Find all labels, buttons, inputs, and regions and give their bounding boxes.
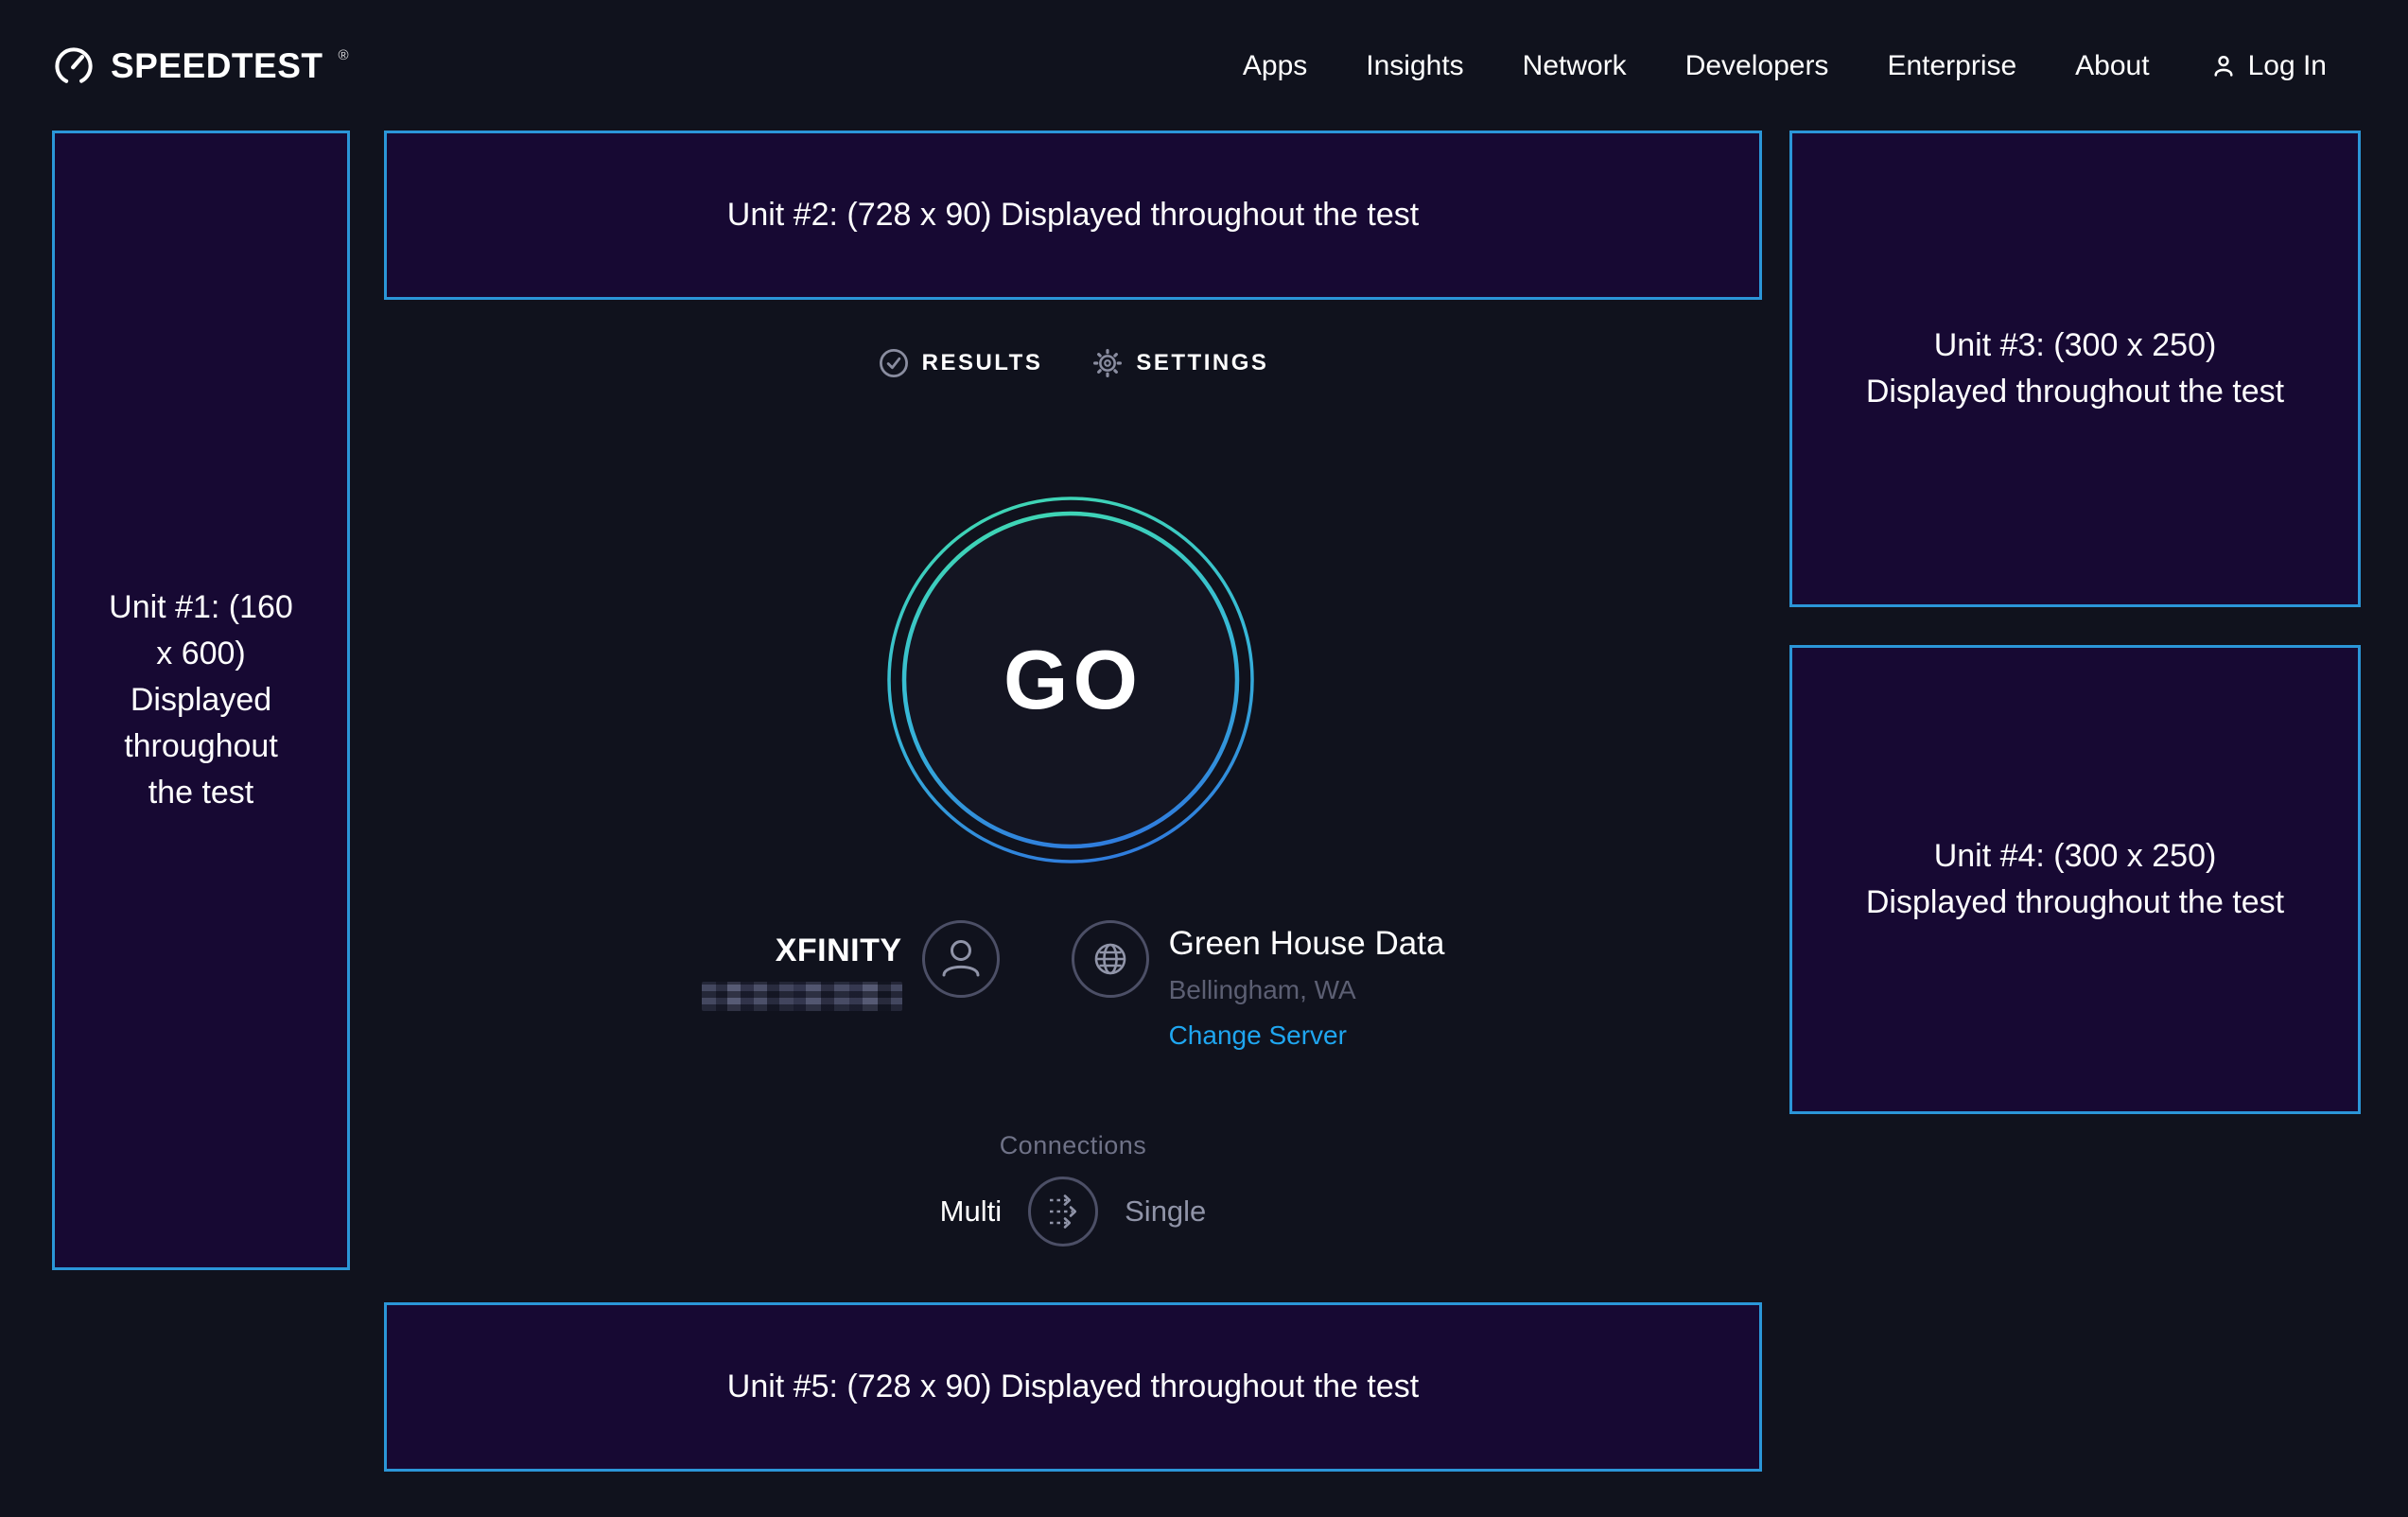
tab-results[interactable]: RESULTS: [878, 347, 1043, 379]
server-globe-icon: [1071, 919, 1150, 999]
main-nav: Apps Insights Network Developers Enterpr…: [1243, 50, 2327, 82]
ad-unit-5-text: Unit #5: (728 x 90) Displayed throughout…: [727, 1364, 1419, 1410]
speedometer-icon: [52, 44, 96, 88]
nav-item-apps[interactable]: Apps: [1243, 50, 1307, 82]
top-nav-bar: SPEEDTEST ® Apps Insights Network Develo…: [0, 0, 2408, 132]
speedtest-page: SPEEDTEST ® Apps Insights Network Develo…: [0, 0, 2408, 1517]
connection-meta-row: XFINITY Green House Data Bellingham, WA …: [384, 919, 1762, 1051]
connections-option-multi[interactable]: Multi: [940, 1194, 1002, 1229]
tab-results-label: RESULTS: [922, 350, 1043, 376]
nav-item-insights[interactable]: Insights: [1366, 50, 1463, 82]
login-button[interactable]: Log In: [2208, 50, 2327, 82]
nav-item-about[interactable]: About: [2075, 50, 2149, 82]
isp-badge-icon: [921, 919, 1001, 999]
go-button[interactable]: GO: [886, 496, 1255, 864]
connections-label: Connections: [384, 1131, 1762, 1160]
ad-unit-3[interactable]: Unit #3: (300 x 250) Displayed throughou…: [1789, 131, 2361, 607]
user-icon: [2208, 51, 2239, 81]
ad-unit-5[interactable]: Unit #5: (728 x 90) Displayed throughout…: [384, 1302, 1762, 1472]
tab-settings-label: SETTINGS: [1136, 350, 1268, 376]
login-label: Log In: [2248, 50, 2327, 82]
server-block: Green House Data Bellingham, WA Change S…: [1169, 925, 1445, 1051]
tab-bar: RESULTS: [384, 333, 1762, 393]
isp-name[interactable]: XFINITY: [702, 933, 902, 969]
ad-unit-3-text: Unit #3: (300 x 250) Displayed throughou…: [1865, 323, 2286, 415]
ad-unit-2-text: Unit #2: (728 x 90) Displayed throughout…: [727, 192, 1419, 238]
connections-toggle-icon[interactable]: [1026, 1175, 1100, 1248]
tab-settings[interactable]: SETTINGS: [1091, 347, 1268, 379]
connections-row: Multi Single: [384, 1175, 1762, 1248]
nav-item-enterprise[interactable]: Enterprise: [1887, 50, 2016, 82]
ad-unit-1[interactable]: Unit #1: (160 x 600) Displayed throughou…: [52, 131, 350, 1270]
trademark-mark: ®: [339, 47, 349, 63]
server-location: Bellingham, WA: [1169, 975, 1445, 1005]
redacted-ip-address: [702, 982, 902, 1011]
gear-icon: [1091, 347, 1124, 379]
logo-text: SPEEDTEST: [111, 46, 323, 86]
change-server-link[interactable]: Change Server: [1169, 1020, 1445, 1051]
ad-unit-4-text: Unit #4: (300 x 250) Displayed throughou…: [1865, 833, 2286, 926]
server-name: Green House Data: [1169, 925, 1445, 963]
ad-unit-1-text: Unit #1: (160 x 600) Displayed throughou…: [99, 584, 303, 816]
nav-item-developers[interactable]: Developers: [1685, 50, 1829, 82]
ad-unit-2[interactable]: Unit #2: (728 x 90) Displayed throughout…: [384, 131, 1762, 300]
go-label: GO: [886, 496, 1255, 864]
check-circle-icon: [878, 347, 910, 379]
nav-item-network[interactable]: Network: [1523, 50, 1627, 82]
speedtest-logo[interactable]: SPEEDTEST ®: [52, 44, 349, 88]
connections-option-single[interactable]: Single: [1125, 1194, 1206, 1229]
ad-unit-4[interactable]: Unit #4: (300 x 250) Displayed throughou…: [1789, 645, 2361, 1114]
provider-block: XFINITY: [702, 933, 902, 1016]
